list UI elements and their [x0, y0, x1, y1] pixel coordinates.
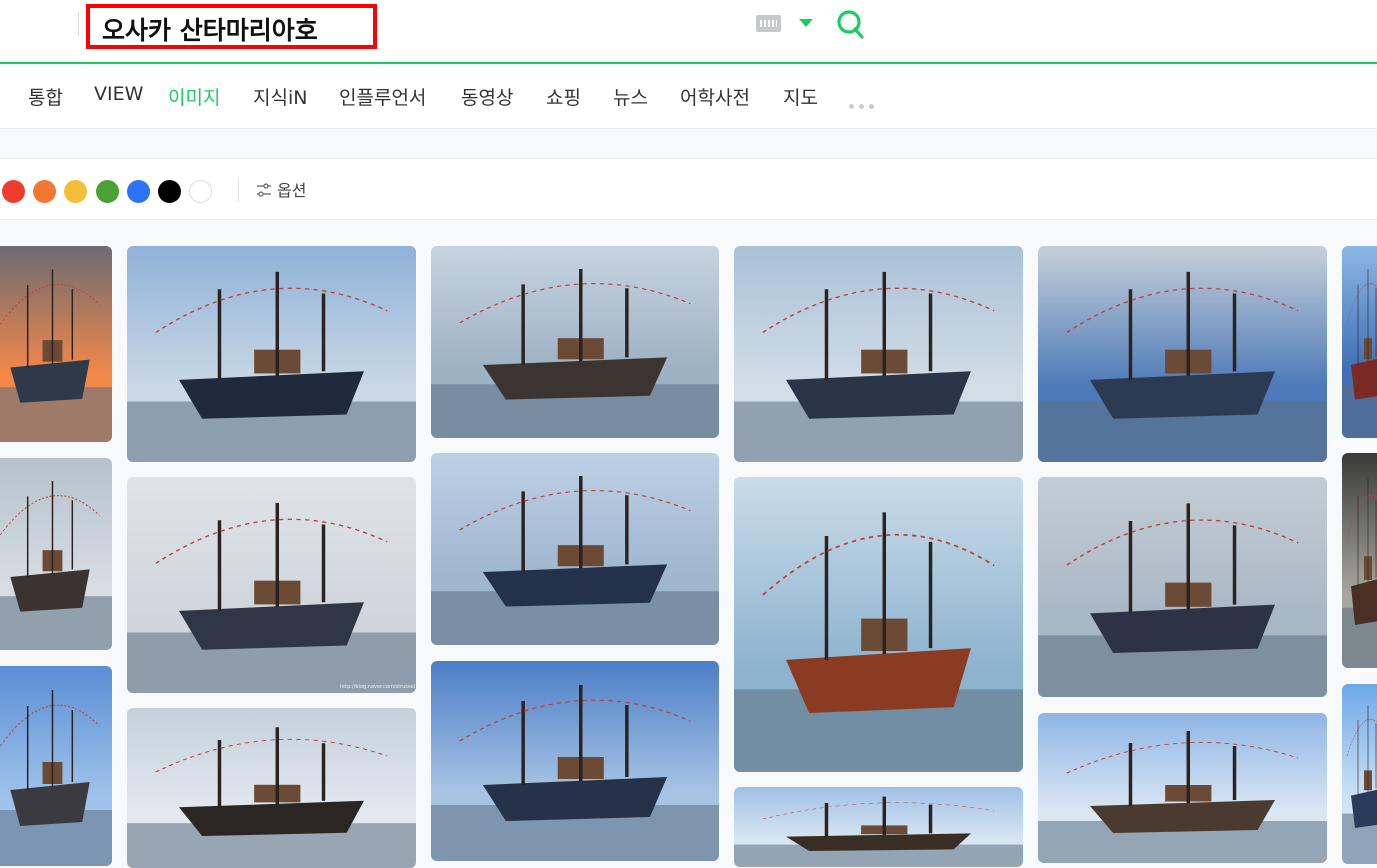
image-result[interactable]	[127, 708, 416, 868]
image-result[interactable]	[734, 246, 1023, 462]
image-result[interactable]	[0, 458, 112, 650]
ship-photo-icon	[0, 458, 112, 650]
ship-photo-icon	[0, 666, 112, 866]
search-input[interactable]: 오사카 산타마리아호	[86, 4, 377, 49]
image-result[interactable]	[431, 661, 719, 861]
ship-photo-icon	[734, 477, 1023, 772]
image-result[interactable]	[1342, 453, 1377, 668]
watermark-text: http://blog.naver.com/strussel	[340, 684, 415, 690]
ship-photo-icon	[431, 661, 719, 861]
options-label: 옵션	[277, 181, 307, 200]
tab-view[interactable]: VIEW	[94, 83, 143, 105]
chevron-down-icon[interactable]	[799, 19, 813, 27]
tab-dictionary[interactable]: 어학사전	[680, 83, 750, 110]
image-result[interactable]	[431, 246, 719, 438]
search-query-text: 오사카 산타마리아호	[102, 16, 318, 45]
image-result[interactable]	[1038, 246, 1327, 462]
filter-divider	[238, 178, 239, 202]
tab-knowledge-in[interactable]: 지식iN	[253, 83, 307, 110]
search-tabs: 통합 VIEW 이미지 지식iN 인플루언서 동영상 쇼핑 뉴스 어학사전 지도	[0, 64, 1377, 129]
image-result[interactable]	[734, 787, 1023, 867]
tab-news[interactable]: 뉴스	[613, 83, 648, 110]
image-result[interactable]	[127, 246, 416, 462]
tab-shopping[interactable]: 쇼핑	[546, 83, 581, 110]
color-filter-orange[interactable]	[33, 180, 56, 203]
tab-influencer[interactable]: 인플루언서	[339, 83, 426, 110]
image-result[interactable]	[0, 246, 112, 442]
ship-photo-icon	[1038, 477, 1327, 697]
ship-photo-icon	[1342, 246, 1377, 438]
search-icon[interactable]	[836, 9, 864, 39]
image-result[interactable]	[1342, 684, 1377, 864]
color-filter-black[interactable]	[158, 180, 181, 203]
image-result[interactable]	[0, 666, 112, 866]
ship-photo-icon	[734, 246, 1023, 462]
color-filter-blue[interactable]	[127, 180, 150, 203]
tab-images[interactable]: 이미지	[168, 83, 220, 110]
ship-photo-icon	[1038, 246, 1327, 462]
color-filter-green[interactable]	[96, 180, 119, 203]
color-filter-white[interactable]	[189, 180, 212, 203]
image-result[interactable]	[1342, 246, 1377, 438]
more-icon[interactable]	[849, 94, 879, 109]
ship-photo-icon	[734, 787, 1023, 867]
ship-photo-icon	[1342, 684, 1377, 864]
search-header: 오사카 산타마리아호	[0, 0, 1377, 64]
sliders-icon	[257, 183, 271, 197]
ship-photo-icon	[0, 246, 112, 442]
tab-video[interactable]: 동영상	[461, 83, 513, 110]
ship-photo-icon	[127, 477, 416, 693]
keyboard-icon[interactable]	[756, 15, 781, 32]
ship-photo-icon	[1342, 453, 1377, 668]
ship-photo-icon	[431, 246, 719, 438]
image-result[interactable]	[127, 477, 416, 693]
image-filter-bar: 옵션	[0, 158, 1377, 220]
ship-photo-icon	[1038, 713, 1327, 863]
color-filter-yellow[interactable]	[64, 180, 87, 203]
tab-integrated[interactable]: 통합	[28, 83, 63, 110]
header-divider	[78, 12, 79, 36]
ship-photo-icon	[127, 708, 416, 868]
image-result[interactable]	[1038, 477, 1327, 697]
image-result[interactable]	[1038, 713, 1327, 863]
tab-map[interactable]: 지도	[783, 83, 818, 110]
ship-photo-icon	[127, 246, 416, 462]
image-result[interactable]	[431, 453, 719, 645]
image-result[interactable]	[734, 477, 1023, 772]
options-button[interactable]: 옵션	[256, 177, 306, 201]
ship-photo-icon	[431, 453, 719, 645]
color-filter-red[interactable]	[2, 180, 25, 203]
